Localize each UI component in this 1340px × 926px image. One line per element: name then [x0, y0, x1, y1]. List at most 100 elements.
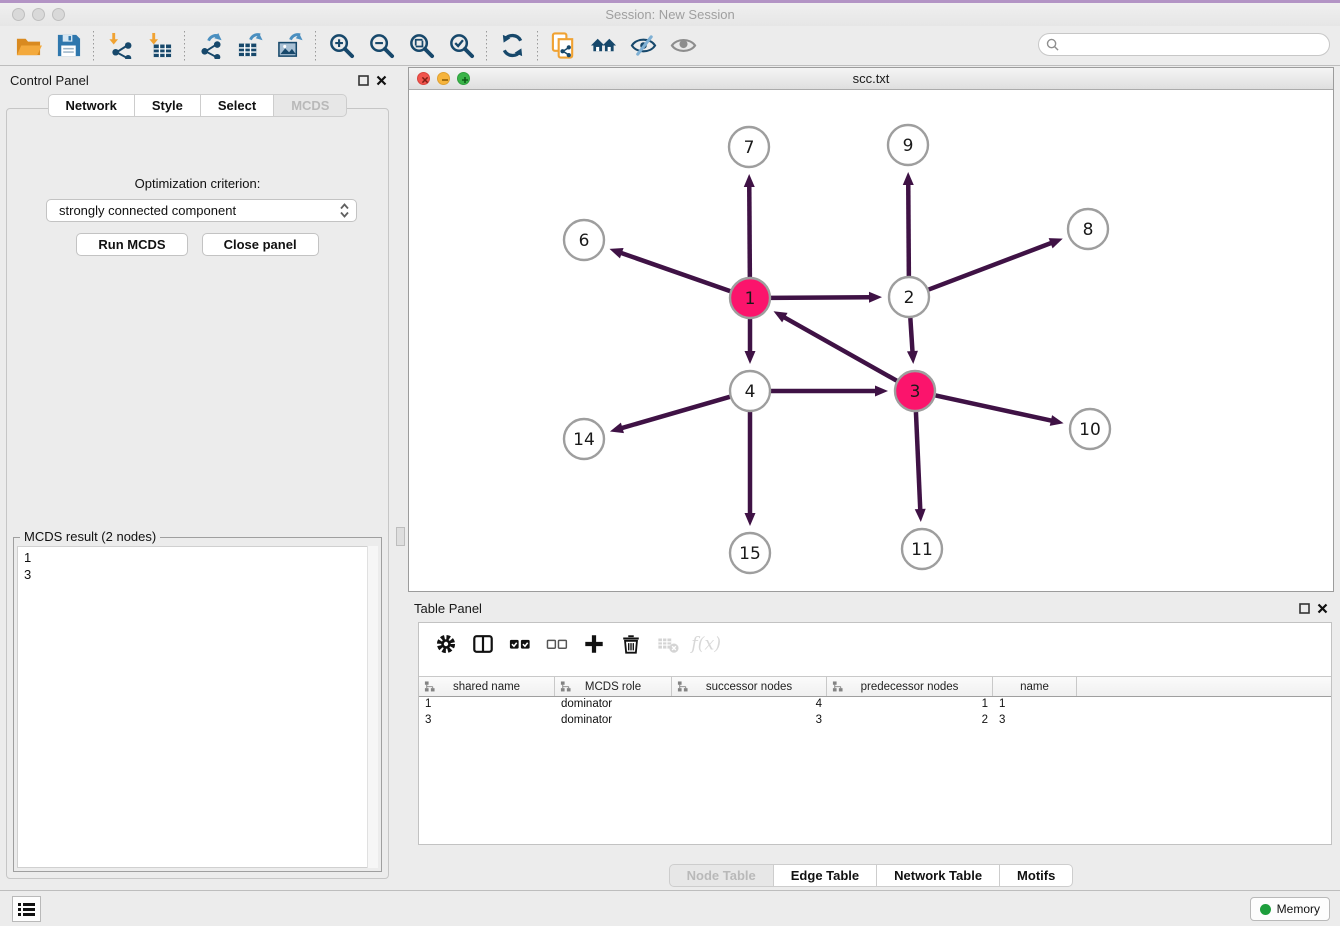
node-table-body: 1dominator4113dominator323	[419, 697, 1331, 729]
table-cell[interactable]: 4	[672, 697, 827, 713]
zoom-out-icon	[368, 32, 395, 59]
status-bar: Memory	[0, 890, 1340, 926]
criterion-select[interactable]: strongly connected component	[46, 199, 357, 222]
eye-slash-icon	[630, 32, 657, 59]
edge-3-11[interactable]	[916, 412, 920, 511]
tab-network[interactable]: Network	[48, 94, 135, 117]
delete-column-button[interactable]	[614, 629, 647, 659]
close-panel-button[interactable]	[373, 72, 389, 88]
close-mcds-panel-button[interactable]: Close panel	[202, 233, 319, 256]
column-header-predecessor-nodes[interactable]: predecessor nodes	[827, 677, 993, 696]
table-row[interactable]: 1dominator411	[419, 697, 1331, 713]
tab-select[interactable]: Select	[201, 94, 274, 117]
zoom-fit-button[interactable]	[401, 29, 441, 63]
vertical-split-handle[interactable]	[396, 527, 405, 546]
main-toolbar-groups	[8, 29, 703, 63]
tab-node-table[interactable]: Node Table	[669, 864, 774, 887]
edge-3-10[interactable]	[936, 395, 1053, 420]
search-field[interactable]	[1038, 33, 1330, 56]
float-table-panel-button[interactable]	[1296, 600, 1312, 616]
tab-style[interactable]: Style	[135, 94, 201, 117]
tab-network-table[interactable]: Network Table	[877, 864, 1000, 887]
mcds-result-text[interactable]: 1 3	[17, 546, 378, 868]
network-window-titlebar[interactable]: scc.txt	[409, 68, 1333, 90]
float-panel-button[interactable]	[355, 72, 371, 88]
table-row[interactable]: 3dominator323	[419, 713, 1331, 729]
select-all-columns-button[interactable]	[503, 629, 536, 659]
memory-label: Memory	[1277, 902, 1320, 916]
edge-arrowhead	[1050, 415, 1064, 426]
hide-nodes-button[interactable]	[623, 29, 663, 63]
memory-button[interactable]: Memory	[1250, 897, 1330, 921]
show-all-button[interactable]	[663, 29, 703, 63]
column-header-MCDS-role[interactable]: MCDS role	[555, 677, 672, 696]
tab-motifs[interactable]: Motifs	[1000, 864, 1073, 887]
column-header-shared-name[interactable]: shared name	[419, 677, 555, 696]
export-table-icon	[237, 32, 264, 59]
zoom-in-button[interactable]	[321, 29, 361, 63]
network-view-window[interactable]: scc.txt 7968124314101511	[408, 67, 1334, 592]
network-graph[interactable]: 7968124314101511	[409, 90, 1333, 591]
table-options-button[interactable]	[429, 629, 462, 659]
unselect-all-columns-button[interactable]	[540, 629, 573, 659]
neighbors-icon	[550, 32, 577, 59]
edge-1-6[interactable]	[620, 253, 730, 292]
edge-4-14[interactable]	[621, 397, 730, 429]
export-image-button[interactable]	[270, 29, 310, 63]
edge-arrowhead	[744, 174, 755, 187]
table-cell[interactable]: 3	[993, 713, 1077, 729]
node-label: 6	[579, 231, 590, 251]
tab-mcds[interactable]: MCDS	[274, 94, 347, 117]
column-header-name[interactable]: name	[993, 677, 1077, 696]
first-neighbors-button[interactable]	[543, 29, 583, 63]
open-session-button[interactable]	[8, 29, 48, 63]
search-input[interactable]	[1064, 38, 1329, 52]
edge-2-3[interactable]	[910, 318, 912, 353]
export-network-button[interactable]	[190, 29, 230, 63]
import-table-icon	[146, 32, 173, 59]
table-del-icon	[657, 633, 679, 655]
delete-table-button	[651, 629, 684, 659]
table-cell[interactable]: 2	[827, 713, 993, 729]
edge-3-1[interactable]	[783, 317, 897, 381]
result-scrollbar[interactable]	[367, 546, 378, 868]
float-icon	[358, 75, 369, 86]
table-cell[interactable]: 1	[827, 697, 993, 713]
save-session-button[interactable]	[48, 29, 88, 63]
search-icon	[1046, 38, 1059, 51]
zoom-sel-icon	[448, 32, 475, 59]
hierarchy-icon	[424, 681, 435, 692]
edge-2-8[interactable]	[929, 242, 1053, 289]
hide-selected-button[interactable]	[583, 29, 623, 63]
hierarchy-icon	[832, 681, 843, 692]
tab-edge-table[interactable]: Edge Table	[774, 864, 877, 887]
apply-layout-button[interactable]	[492, 29, 532, 63]
table-cell[interactable]: dominator	[555, 697, 672, 713]
table-cell[interactable]: 1	[419, 697, 555, 713]
import-table-button[interactable]	[139, 29, 179, 63]
task-history-button[interactable]	[12, 896, 41, 922]
export-table-button[interactable]	[230, 29, 270, 63]
table-cell[interactable]: 3	[419, 713, 555, 729]
edge-arrowhead	[915, 509, 926, 522]
edge-1-7[interactable]	[749, 185, 750, 277]
import-network-button[interactable]	[99, 29, 139, 63]
table-cell[interactable]: 1	[993, 697, 1077, 713]
zoom-out-button[interactable]	[361, 29, 401, 63]
edge-2-9[interactable]	[908, 183, 909, 276]
network-canvas[interactable]: 7968124314101511	[409, 90, 1333, 591]
columns-icon	[472, 633, 494, 655]
main-titlebar[interactable]: Session: New Session	[0, 3, 1340, 26]
edge-1-2[interactable]	[771, 297, 871, 298]
open-icon	[15, 32, 42, 59]
create-column-button[interactable]	[577, 629, 610, 659]
table-cell[interactable]: 3	[672, 713, 827, 729]
show-column-button[interactable]	[466, 629, 499, 659]
zoom-selected-button[interactable]	[441, 29, 481, 63]
eye-icon	[670, 32, 697, 59]
column-header-successor-nodes[interactable]: successor nodes	[672, 677, 827, 696]
zoom-fit-icon	[408, 32, 435, 59]
table-cell[interactable]: dominator	[555, 713, 672, 729]
close-table-panel-button[interactable]	[1314, 600, 1330, 616]
run-mcds-button[interactable]: Run MCDS	[76, 233, 187, 256]
